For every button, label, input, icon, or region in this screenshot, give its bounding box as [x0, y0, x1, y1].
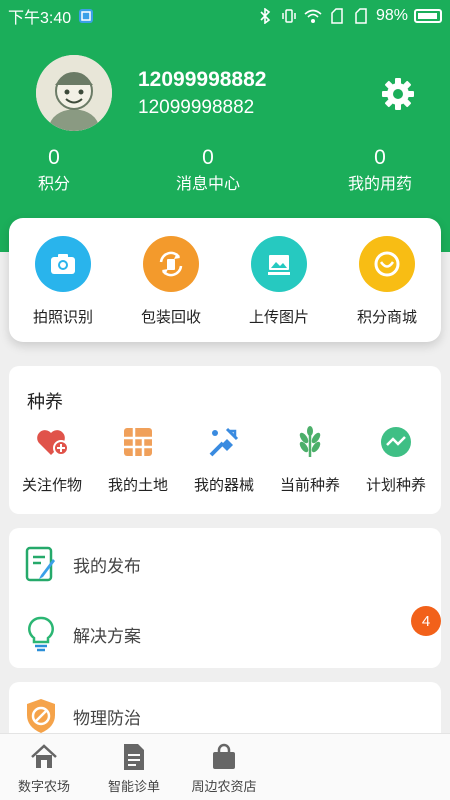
tab-label: 周边农资店 [191, 779, 257, 794]
battery-icon [414, 9, 442, 23]
plant-icon [292, 424, 328, 460]
tools-icon [206, 424, 242, 460]
points-mall-icon [359, 236, 415, 292]
solutions-badge: 4 [411, 606, 441, 636]
menu-item-my-posts[interactable]: 我的发布 [9, 534, 441, 594]
stat-messages-value: 0 [202, 146, 214, 169]
bluetooth-icon [256, 7, 274, 25]
quick-action-label: 上传图片 [248, 309, 309, 326]
land-grid-icon [120, 424, 156, 460]
status-time: 下午3:40 [8, 10, 72, 27]
status-bar: 下午3:40 98% [0, 0, 450, 32]
camera-icon [35, 236, 91, 292]
vibrate-icon [280, 7, 298, 25]
profile-account: 12099998882 [138, 97, 255, 118]
farm-item-label: 关注作物 [21, 477, 82, 494]
stat-medication-value: 0 [374, 146, 386, 169]
farm-item-my-land[interactable]: 我的土地 [95, 424, 181, 495]
quick-action-label: 包装回收 [140, 309, 201, 326]
farm-item-label: 计划种养 [365, 477, 426, 494]
menu-item-solutions[interactable]: 解决方案 [9, 604, 441, 664]
menu-item-label: 解决方案 [73, 626, 141, 646]
stat-points-label: 积分 [37, 176, 70, 193]
quick-actions-card: 拍照识别 包装回收 上传图片 积分商城 [9, 218, 441, 342]
shopping-bag-icon [209, 742, 239, 772]
stat-points-value: 0 [48, 146, 60, 169]
quick-action-label: 积分商城 [356, 309, 417, 326]
wifi-icon [304, 7, 322, 25]
avatar[interactable] [36, 55, 112, 131]
publish-icon [21, 544, 61, 584]
bottom-tab-bar: 数字农场 智能诊单 周边农资店 [0, 733, 450, 800]
image-upload-icon [251, 236, 307, 292]
heart-plus-icon [34, 424, 70, 460]
stat-medication[interactable]: 0 我的用药 [320, 145, 440, 199]
farm-item-current-farming[interactable]: 当前种养 [267, 424, 353, 495]
stat-messages[interactable]: 0 消息中心 [148, 145, 268, 199]
farming-card: 种养 关注作物 我的土地 我的器械 当前种养 计划种养 [9, 366, 441, 514]
stat-medication-label: 我的用药 [347, 176, 412, 193]
home-icon [29, 742, 59, 772]
screen-record-icon [77, 7, 95, 25]
stat-points[interactable]: 0 积分 [0, 145, 114, 199]
sim1-signal-icon [328, 7, 346, 25]
sim2-signal-icon [352, 7, 370, 25]
lightbulb-icon [21, 614, 61, 654]
quick-action-label: 拍照识别 [32, 309, 93, 326]
recycle-icon [143, 236, 199, 292]
farm-item-label: 我的土地 [107, 477, 168, 494]
quick-action-upload-image[interactable]: 上传图片 [225, 236, 333, 327]
farm-item-my-tools[interactable]: 我的器械 [181, 424, 267, 495]
quick-action-package-recycle[interactable]: 包装回收 [117, 236, 225, 327]
farm-item-planned-farming[interactable]: 计划种养 [353, 424, 439, 495]
quick-action-photo-identify[interactable]: 拍照识别 [9, 236, 117, 327]
settings-gear-icon[interactable] [380, 76, 416, 112]
profile-name: 12099998882 [138, 68, 267, 91]
menu-item-label: 物理防治 [73, 708, 141, 728]
tab-digital-farm[interactable]: 数字农场 [4, 742, 84, 795]
farm-item-label: 我的器械 [193, 477, 254, 494]
tab-label: 数字农场 [17, 779, 70, 794]
document-icon [119, 742, 149, 772]
farm-item-label: 当前种养 [279, 477, 340, 494]
quick-action-points-mall[interactable]: 积分商城 [333, 236, 441, 327]
farming-title: 种养 [27, 392, 63, 412]
tab-label: 智能诊单 [107, 779, 160, 794]
menu-card: 我的发布 解决方案 [9, 528, 441, 668]
farm-item-followed-crops[interactable]: 关注作物 [9, 424, 95, 495]
trend-icon [378, 424, 414, 460]
shield-icon [21, 696, 61, 736]
stat-messages-label: 消息中心 [175, 176, 240, 193]
battery-percent: 98% [375, 7, 408, 24]
tab-smart-diagnosis[interactable]: 智能诊单 [94, 742, 174, 795]
tab-nearby-stores[interactable]: 周边农资店 [184, 742, 264, 795]
menu-item-label: 我的发布 [73, 556, 141, 576]
